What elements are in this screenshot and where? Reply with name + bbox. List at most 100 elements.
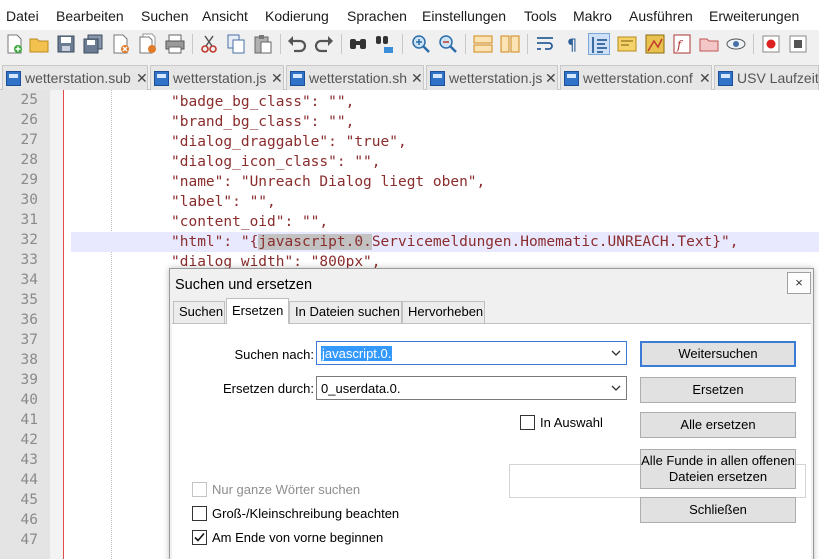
tab-close-icon[interactable]: ✕	[699, 70, 711, 87]
tab-label: USV Laufzeit.txt	[737, 70, 819, 86]
tab-suchen[interactable]: Suchen	[173, 301, 225, 323]
checkbox-box[interactable]	[192, 530, 207, 545]
line-number: 28	[20, 152, 38, 168]
line-number: 39	[20, 372, 38, 388]
code-line[interactable]: "brand_bg_class": "",	[71, 112, 819, 132]
checkmark-icon	[194, 532, 205, 542]
menu-einstellungen[interactable]: Einstellungen	[422, 8, 506, 24]
file-icon	[430, 71, 445, 86]
tab-file[interactable]: wetterstation.sub ✕	[2, 65, 148, 90]
tab-hervorheben[interactable]: Hervorheben	[402, 301, 485, 323]
search-input[interactable]: javascript.0.	[316, 341, 627, 365]
code-line[interactable]: "dialog_icon_class": "",	[71, 152, 819, 172]
fold-margin	[50, 90, 64, 559]
monitor-icon[interactable]	[725, 33, 747, 55]
replace-icon[interactable]	[374, 33, 396, 55]
undo-icon[interactable]	[286, 33, 308, 55]
tab-in-dateien-suchen[interactable]: In Dateien suchen	[289, 301, 402, 323]
chevron-down-icon[interactable]	[610, 382, 622, 394]
menu-erweiterungen[interactable]: Erweiterungen	[709, 8, 799, 24]
replace-input[interactable]: 0_userdata.0.	[316, 376, 627, 400]
replace-all-button[interactable]: Alle ersetzen	[640, 412, 796, 438]
code-text: "badge_bg_class": "",	[171, 94, 355, 110]
toolbar-separator	[465, 34, 466, 54]
menu-bearbeiten[interactable]: Bearbeiten	[56, 8, 124, 24]
function-list-icon[interactable]: f	[671, 33, 693, 55]
close-all-icon[interactable]	[137, 33, 159, 55]
close-icon[interactable]	[110, 33, 132, 55]
tab-close-icon[interactable]: ✕	[545, 70, 557, 87]
sync-horizontal-icon[interactable]	[499, 33, 521, 55]
checkbox-box[interactable]	[192, 482, 207, 497]
tab-file[interactable]: wetterstation.js ✕	[150, 65, 284, 90]
indent-guide-icon[interactable]	[588, 33, 610, 55]
tab-label: wetterstation.conf	[583, 70, 693, 86]
language-icon[interactable]	[616, 33, 638, 55]
stop-macro-icon[interactable]	[787, 33, 809, 55]
menu-suchen[interactable]: Suchen	[141, 8, 188, 24]
find-next-button[interactable]: Weitersuchen	[640, 341, 796, 367]
file-icon	[6, 71, 21, 86]
record-macro-icon[interactable]	[760, 33, 782, 55]
find-icon[interactable]	[347, 33, 369, 55]
menu-ausfuehren[interactable]: Ausführen	[629, 8, 693, 24]
word-wrap-icon[interactable]	[534, 33, 556, 55]
checkbox-box[interactable]	[192, 506, 207, 521]
print-icon[interactable]	[164, 33, 186, 55]
save-all-icon[interactable]	[82, 33, 104, 55]
in-selection-label: In Auswahl	[540, 415, 603, 430]
save-icon[interactable]	[55, 33, 77, 55]
copy-icon[interactable]	[225, 33, 247, 55]
checkbox-box[interactable]	[520, 415, 535, 430]
replace-button[interactable]: Ersetzen	[640, 377, 796, 403]
code-text: "label": "",	[171, 194, 276, 210]
new-file-icon[interactable]	[3, 33, 25, 55]
close-button[interactable]: Schließen	[640, 497, 796, 523]
menu-kodierung[interactable]: Kodierung	[265, 8, 329, 24]
zoom-out-icon[interactable]	[437, 33, 459, 55]
tab-ersetzen[interactable]: Ersetzen	[226, 298, 289, 324]
sync-vertical-icon[interactable]	[472, 33, 494, 55]
code-line[interactable]: "html": "{javascript.0.Servicemeldungen.…	[71, 232, 819, 252]
search-match-highlight: javascript.0.	[258, 234, 372, 250]
code-line[interactable]: "dialog_draggable": "true",	[71, 132, 819, 152]
chevron-down-icon[interactable]	[610, 347, 622, 359]
tab-close-icon[interactable]: ✕	[411, 70, 423, 87]
code-text: Servicemeldungen.Homematic.UNREACH.Text}…	[371, 234, 739, 250]
show-all-chars-icon[interactable]: ¶	[561, 33, 583, 55]
menu-tools[interactable]: Tools	[524, 8, 557, 24]
line-number: 26	[20, 112, 38, 128]
menu-datei[interactable]: Datei	[6, 8, 39, 24]
tab-file[interactable]: USV Laufzeit.txt	[714, 65, 819, 90]
paste-icon[interactable]	[252, 33, 274, 55]
cut-icon[interactable]	[198, 33, 220, 55]
tab-file[interactable]: wetterstation.conf ✕	[560, 65, 712, 90]
menu-ansicht[interactable]: Ansicht	[202, 8, 248, 24]
line-number: 42	[20, 432, 38, 448]
folder-workspace-icon[interactable]	[698, 33, 720, 55]
redo-icon[interactable]	[313, 33, 335, 55]
tab-close-icon[interactable]: ✕	[271, 70, 283, 87]
tab-file[interactable]: wetterstation.js ✕	[426, 65, 558, 90]
dialog-close-button[interactable]: ×	[787, 272, 811, 294]
file-icon	[290, 71, 305, 86]
code-line[interactable]: "content_oid": "",	[71, 212, 819, 232]
menu-makro[interactable]: Makro	[573, 8, 612, 24]
line-number: 27	[20, 132, 38, 148]
code-line[interactable]: "name": "Unreach Dialog liegt oben",	[71, 172, 819, 192]
tab-close-icon[interactable]: ✕	[136, 70, 147, 87]
line-number-gutter: 25 26 27 28 29 30 31 32 33 34 35 36 37 38 39 40 41 42 43 44…	[0, 90, 50, 559]
menu-sprachen[interactable]: Sprachen	[347, 8, 407, 24]
tab-file[interactable]: wetterstation.sh ✕	[286, 65, 424, 90]
search-input-value: javascript.0.	[321, 346, 393, 361]
toolbar-separator	[527, 34, 528, 54]
line-number: 44	[20, 472, 38, 488]
line-number: 35	[20, 292, 38, 308]
replace-all-open-docs-button[interactable]: Alle Funde in allen offenen Dateien erse…	[640, 449, 796, 489]
code-line[interactable]: "label": "",	[71, 192, 819, 212]
replace-input-value: 0_userdata.0.	[321, 381, 401, 396]
map-icon[interactable]	[644, 33, 666, 55]
open-file-icon[interactable]	[28, 33, 50, 55]
zoom-in-icon[interactable]	[410, 33, 432, 55]
code-line[interactable]: "badge_bg_class": "",	[71, 92, 819, 112]
